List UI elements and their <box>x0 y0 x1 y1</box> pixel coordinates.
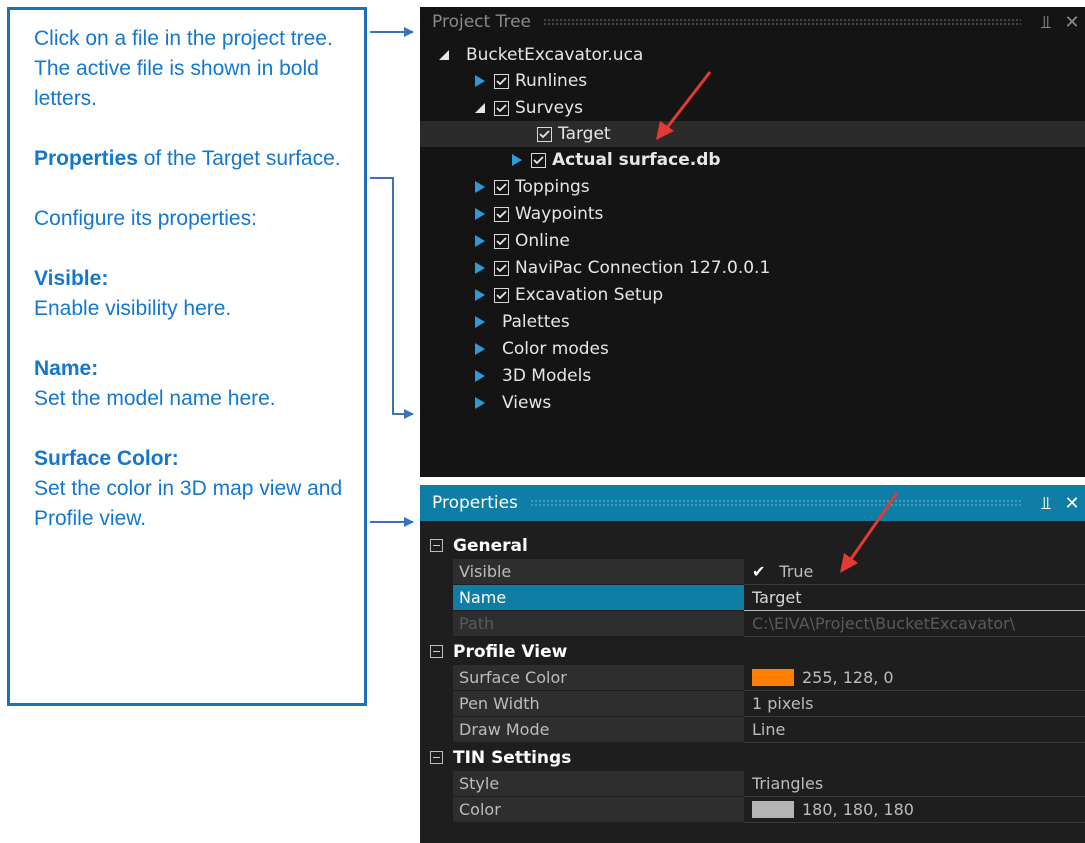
annotation-arrow-name <box>840 492 899 573</box>
properties-bracket-arrow <box>370 177 414 419</box>
annotation-arrow-target <box>656 71 712 140</box>
properties-panel: Properties ⫫ ✕ General Visible ✔ True Na… <box>420 485 1085 843</box>
project-tree-panel: Project Tree ⫫ ✕ BucketExcavator.uca Run… <box>420 7 1085 477</box>
